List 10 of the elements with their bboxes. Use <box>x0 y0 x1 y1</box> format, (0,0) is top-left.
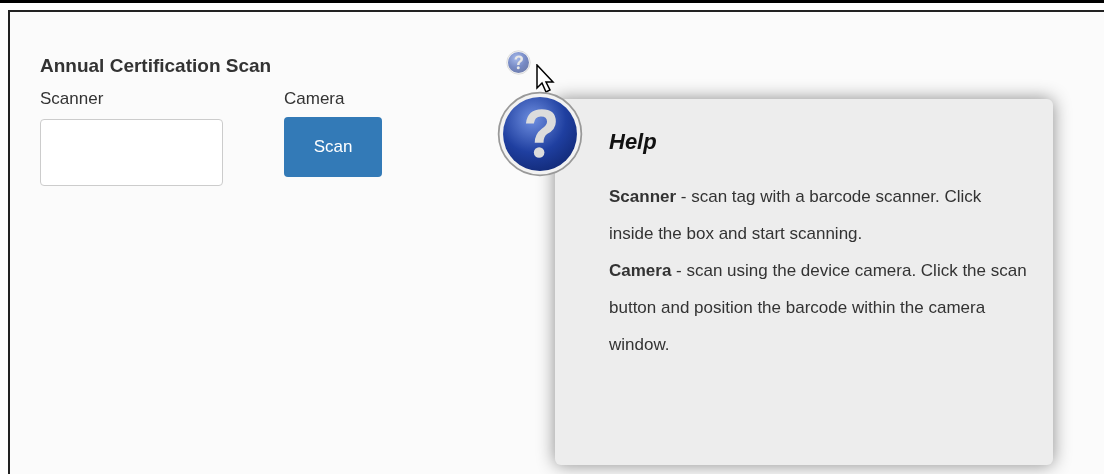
field-label: Camera <box>284 87 346 110</box>
scanner-input[interactable] <box>40 118 223 186</box>
field-label: Scanner <box>40 87 105 110</box>
help-icon[interactable] <box>506 50 531 75</box>
form-title: Annual Certification Scan <box>40 54 273 78</box>
mouse-pointer-icon <box>536 64 556 94</box>
help-paragraph: Camera - scan using the device camera. Click the scan button and position the barcode within the camera window. <box>609 260 1028 356</box>
help-title: Help <box>609 128 658 156</box>
scan-button[interactable]: Scan <box>284 116 382 177</box>
help-paragraph: Scanner - scan tag with a barcode scanner. Click inside the box and start scanning. <box>609 186 983 245</box>
